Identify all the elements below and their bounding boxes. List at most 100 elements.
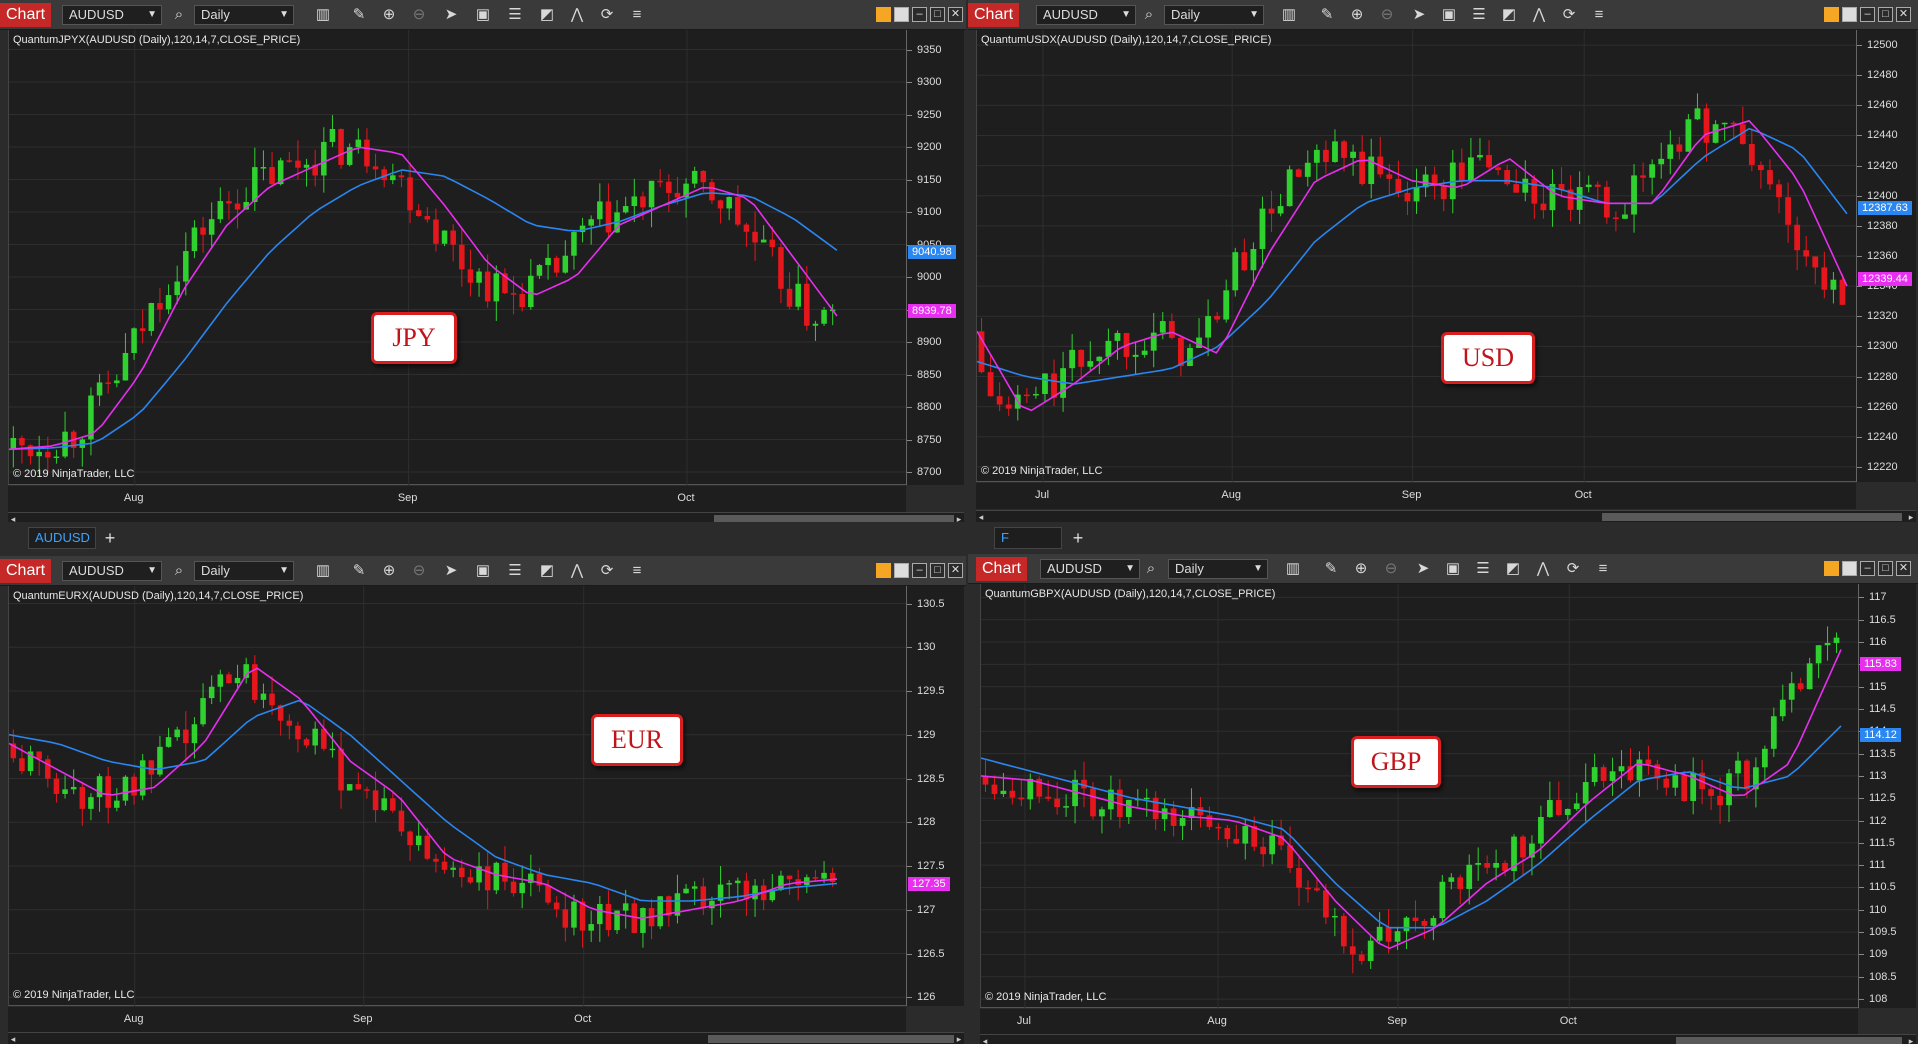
pencil-icon[interactable]: ✎: [348, 5, 370, 25]
data-box-icon[interactable]: ☰: [504, 561, 526, 581]
chart-tab-label[interactable]: Chart: [976, 557, 1028, 581]
data-box-icon[interactable]: ☰: [1468, 5, 1490, 25]
price-axis[interactable]: 12500 12480 12460 12440 12420 12400 12380 12360…: [1856, 30, 1916, 482]
timeframe-selector[interactable]: Daily ▼: [194, 561, 294, 581]
instrument-selector[interactable]: AUDUSD ▼: [62, 5, 162, 25]
minimize-button[interactable]: –: [1860, 561, 1875, 576]
cursor-icon[interactable]: ➤: [440, 561, 462, 581]
strategy-icon[interactable]: ◩: [536, 5, 558, 25]
zoom-in-icon[interactable]: ⊕: [378, 561, 400, 581]
window-option-icon[interactable]: [894, 563, 909, 578]
instrument-tab[interactable]: AUDUSD: [28, 527, 96, 549]
time-axis[interactable]: Jul Aug Sep Oct: [980, 1009, 1858, 1035]
chart-plot-area[interactable]: QuantumJPYX(AUDUSD (Daily),120,14,7,CLOS…: [8, 30, 907, 485]
menu-icon[interactable]: ≡: [1592, 559, 1614, 579]
chart-tab-label[interactable]: Chart: [0, 559, 52, 583]
horizontal-scrollbar[interactable]: ◂ ▸: [8, 1032, 964, 1044]
pencil-icon[interactable]: ✎: [1320, 559, 1342, 579]
chart-plot-area[interactable]: QuantumUSDX(AUDUSD (Daily),120,14,7,CLOS…: [976, 30, 1857, 482]
indicator-icon[interactable]: ⋀: [566, 561, 588, 581]
window-option-icon[interactable]: [1842, 561, 1857, 576]
reload-icon[interactable]: ⟳: [596, 561, 618, 581]
close-button[interactable]: ✕: [1896, 7, 1911, 22]
minimize-button[interactable]: –: [912, 7, 927, 22]
menu-icon[interactable]: ≡: [1588, 5, 1610, 25]
timeframe-selector[interactable]: Daily ▼: [1168, 559, 1268, 579]
search-icon[interactable]: ⌕: [168, 561, 190, 581]
pencil-icon[interactable]: ✎: [348, 561, 370, 581]
scroll-right-icon[interactable]: ▸: [1906, 1035, 1916, 1044]
search-icon[interactable]: ⌕: [1140, 559, 1162, 579]
reload-icon[interactable]: ⟳: [596, 5, 618, 25]
scroll-left-icon[interactable]: ◂: [8, 1033, 18, 1044]
maximize-button[interactable]: □: [930, 7, 945, 22]
zoom-out-icon[interactable]: ⊖: [1376, 5, 1398, 25]
horizontal-scrollbar[interactable]: ◂ ▸: [976, 510, 1916, 522]
close-button[interactable]: ✕: [948, 563, 963, 578]
bar-chart-icon[interactable]: ▥: [312, 561, 334, 581]
zoom-out-icon[interactable]: ⊖: [408, 5, 430, 25]
chart-tab-label[interactable]: Chart: [0, 3, 52, 27]
link-color-icon[interactable]: [1824, 561, 1839, 576]
minimize-button[interactable]: –: [912, 563, 927, 578]
zoom-out-icon[interactable]: ⊖: [1380, 559, 1402, 579]
indicator-icon[interactable]: ⋀: [1532, 559, 1554, 579]
pencil-icon[interactable]: ✎: [1316, 5, 1338, 25]
reload-icon[interactable]: ⟳: [1558, 5, 1580, 25]
add-tab-button[interactable]: +: [100, 527, 120, 549]
price-axis[interactable]: 117116.5116115.5115114.5114113.5113112.5…: [1858, 584, 1916, 1008]
close-button[interactable]: ✕: [1896, 561, 1911, 576]
properties-icon[interactable]: ▣: [472, 5, 494, 25]
maximize-button[interactable]: □: [930, 563, 945, 578]
close-button[interactable]: ✕: [948, 7, 963, 22]
scrollbar-thumb[interactable]: [1676, 1037, 1902, 1044]
price-axis[interactable]: 130.5 130 129.5 129 128.5 128 127.5 127 126.5 126: [906, 586, 964, 1006]
link-color-icon[interactable]: [1824, 7, 1839, 22]
zoom-in-icon[interactable]: ⊕: [378, 5, 400, 25]
zoom-in-icon[interactable]: ⊕: [1350, 559, 1372, 579]
strategy-icon[interactable]: ◩: [1502, 559, 1524, 579]
maximize-button[interactable]: □: [1878, 561, 1893, 576]
time-axis[interactable]: Aug Sep Oct: [8, 1007, 906, 1033]
horizontal-scrollbar[interactable]: ◂ ▸: [980, 1034, 1916, 1044]
zoom-in-icon[interactable]: ⊕: [1346, 5, 1368, 25]
properties-icon[interactable]: ▣: [1438, 5, 1460, 25]
zoom-out-icon[interactable]: ⊖: [408, 561, 430, 581]
maximize-button[interactable]: □: [1878, 7, 1893, 22]
time-axis[interactable]: Aug Sep Oct: [8, 486, 906, 512]
instrument-selector[interactable]: AUDUSD ▼: [1040, 559, 1140, 579]
menu-icon[interactable]: ≡: [626, 561, 648, 581]
data-box-icon[interactable]: ☰: [504, 5, 526, 25]
strategy-icon[interactable]: ◩: [536, 561, 558, 581]
instrument-tab[interactable]: F: [994, 527, 1062, 549]
add-tab-button[interactable]: +: [1068, 527, 1088, 549]
time-axis[interactable]: Jul Aug Sep Oct: [976, 483, 1856, 509]
instrument-selector[interactable]: AUDUSD ▼: [62, 561, 162, 581]
timeframe-selector[interactable]: Daily ▼: [194, 5, 294, 25]
menu-icon[interactable]: ≡: [626, 5, 648, 25]
scroll-right-icon[interactable]: ▸: [954, 1033, 964, 1044]
search-icon[interactable]: ⌕: [1138, 5, 1160, 25]
cursor-icon[interactable]: ➤: [1412, 559, 1434, 579]
bar-chart-icon[interactable]: ▥: [1278, 5, 1300, 25]
cursor-icon[interactable]: ➤: [1408, 5, 1430, 25]
link-color-icon[interactable]: [876, 7, 891, 22]
data-box-icon[interactable]: ☰: [1472, 559, 1494, 579]
properties-icon[interactable]: ▣: [472, 561, 494, 581]
bar-chart-icon[interactable]: ▥: [312, 5, 334, 25]
indicator-icon[interactable]: ⋀: [566, 5, 588, 25]
bar-chart-icon[interactable]: ▥: [1282, 559, 1304, 579]
reload-icon[interactable]: ⟳: [1562, 559, 1584, 579]
strategy-icon[interactable]: ◩: [1498, 5, 1520, 25]
scrollbar-thumb[interactable]: [708, 1035, 954, 1043]
indicator-icon[interactable]: ⋀: [1528, 5, 1550, 25]
window-option-icon[interactable]: [1842, 7, 1857, 22]
cursor-icon[interactable]: ➤: [440, 5, 462, 25]
search-icon[interactable]: ⌕: [168, 5, 190, 25]
chart-plot-area[interactable]: QuantumGBPX(AUDUSD (Daily),120,14,7,CLOS…: [980, 584, 1859, 1008]
window-option-icon[interactable]: [894, 7, 909, 22]
timeframe-selector[interactable]: Daily ▼: [1164, 5, 1264, 25]
chart-plot-area[interactable]: QuantumEURX(AUDUSD (Daily),120,14,7,CLOS…: [8, 586, 907, 1006]
instrument-selector[interactable]: AUDUSD ▼: [1036, 5, 1136, 25]
scroll-left-icon[interactable]: ◂: [980, 1035, 990, 1044]
